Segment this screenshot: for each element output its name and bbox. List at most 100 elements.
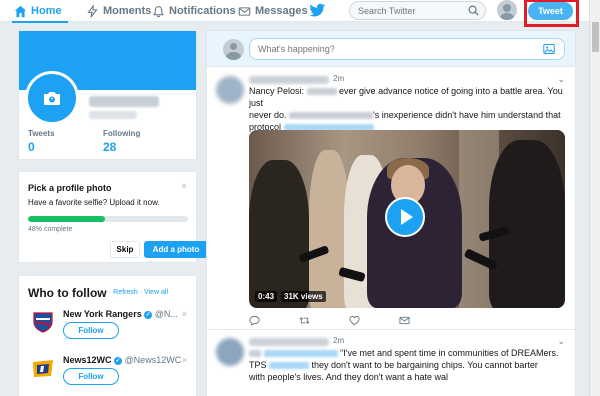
tweet[interactable]: 2m ⌄ Nancy Pelosi: ever give advance not… — [207, 68, 575, 330]
chevron-down-icon[interactable]: ⌄ — [557, 74, 565, 85]
twitter-bird-icon[interactable] — [309, 3, 326, 18]
retweet-icon[interactable] — [299, 315, 310, 326]
video-duration: 0:43 — [255, 291, 278, 302]
video-meta: 0:43 31K views — [255, 291, 326, 302]
redacted-text — [306, 88, 337, 96]
suggested-account-name: News12WC ✓ @News12WC — [63, 355, 181, 365]
rangers-logo-icon — [33, 312, 53, 333]
tweet-text: "I've met and spent time in communities … — [249, 347, 567, 383]
nav-messages[interactable]: Messages — [238, 0, 308, 22]
stat-following[interactable]: Following 28 — [103, 129, 140, 154]
news12-logo-icon — [33, 360, 53, 377]
active-tab-indicator — [12, 21, 68, 23]
tweet[interactable]: 2m ⌄ "I've met and spent time in communi… — [207, 330, 575, 396]
refresh-link[interactable]: Refresh — [113, 289, 138, 296]
who-to-follow: Who to follow · Refresh · View all New Y… — [18, 275, 197, 396]
profile-card: Tweets 0 Following 28 — [18, 30, 197, 160]
stat-tweets[interactable]: Tweets 0 — [28, 129, 55, 154]
nav-home-label: Home — [31, 5, 62, 17]
page-scrollbar[interactable] — [589, 0, 600, 396]
envelope-icon[interactable] — [399, 315, 410, 326]
suggested-account[interactable]: New York Rangers ✓ @N... × Follow — [19, 306, 196, 352]
redacted-text — [249, 350, 261, 358]
photo-prompt-subtitle: Have a favorite selfie? Upload it now. — [28, 198, 160, 207]
account-handle: @News12WC — [124, 355, 182, 365]
tweet-avatar[interactable] — [216, 338, 244, 366]
suggested-account-name: New York Rangers ✓ @N... — [63, 309, 178, 319]
compose-input[interactable] — [249, 38, 565, 60]
video-player[interactable]: 0:43 31K views — [249, 130, 565, 308]
tweet-timestamp[interactable]: 2m — [333, 74, 344, 83]
video-frame-detail — [249, 160, 309, 308]
video-views: 31K views — [281, 291, 326, 302]
dismiss-icon[interactable]: × — [182, 355, 187, 365]
nav-notifications-label: Notifications — [169, 5, 236, 17]
user-avatar[interactable] — [497, 0, 517, 20]
nav-home[interactable]: Home — [12, 0, 68, 23]
reply-icon[interactable] — [249, 315, 260, 326]
account-name[interactable]: New York Rangers — [63, 309, 142, 319]
photo-prompt-title: Pick a profile photo — [28, 183, 112, 193]
video-frame-detail — [489, 140, 565, 308]
stat-tweets-label: Tweets — [28, 129, 55, 138]
verified-badge-icon: ✓ — [114, 356, 123, 365]
who-to-follow-title: Who to follow — [28, 286, 107, 300]
highlight-box — [524, 0, 579, 27]
profile-handle-redacted — [89, 111, 137, 119]
timeline: 2m ⌄ Nancy Pelosi: ever give advance not… — [206, 30, 576, 396]
tweet-author-redacted — [249, 76, 329, 84]
camera-icon — [44, 92, 60, 105]
add-photo-button[interactable]: Add a photo — [144, 241, 208, 258]
tweet-text-segment: they don't want to be bargaining chips. … — [311, 360, 538, 370]
tweet-timestamp[interactable]: 2m — [333, 336, 344, 345]
who-to-follow-links: · Refresh · View all — [109, 289, 168, 296]
tweet-text-segment: "I've met and spent time in communities … — [340, 348, 559, 358]
top-nav: Home Moments Notifications Messages Twee… — [0, 0, 600, 23]
redacted-text — [289, 112, 374, 120]
profile-avatar[interactable] — [25, 71, 79, 125]
tweet-text-segment: Nancy Pelosi: — [249, 86, 307, 96]
redacted-link[interactable] — [263, 350, 338, 358]
dismiss-icon[interactable]: × — [182, 309, 187, 319]
chevron-down-icon[interactable]: ⌄ — [557, 336, 565, 347]
tweet-avatar[interactable] — [216, 76, 244, 104]
envelope-icon — [238, 6, 251, 16]
scrollbar-thumb[interactable] — [592, 22, 599, 52]
nav-moments[interactable]: Moments — [86, 0, 151, 22]
redacted-link[interactable] — [269, 362, 310, 370]
nav-notifications[interactable]: Notifications — [152, 0, 236, 22]
skip-button[interactable]: Skip — [110, 241, 140, 258]
tweet-text-segment: 's inexperience didn't have him understa… — [373, 110, 561, 120]
tweet-text-segment: with people's lives. And they don't want… — [249, 372, 449, 382]
heart-icon[interactable] — [349, 315, 360, 326]
play-button-icon[interactable] — [385, 197, 425, 237]
account-handle: @N... — [154, 309, 178, 319]
account-name[interactable]: News12WC — [63, 355, 112, 365]
image-icon[interactable] — [543, 43, 555, 55]
verified-badge-icon: ✓ — [144, 310, 153, 319]
compose-box — [207, 31, 575, 67]
follow-button[interactable]: Follow — [63, 322, 119, 339]
profile-progress-bar — [28, 216, 188, 222]
lightning-icon — [87, 4, 98, 18]
profile-progress-text: 48% complete — [28, 226, 73, 233]
search-box[interactable] — [349, 1, 486, 20]
profile-photo-prompt: Pick a profile photo × Have a favorite s… — [18, 171, 208, 263]
tweet-text-segment: never do. — [249, 110, 290, 120]
tweet-author-redacted — [249, 338, 329, 346]
search-icon[interactable] — [468, 5, 479, 16]
stat-tweets-value: 0 — [28, 140, 35, 154]
nav-messages-label: Messages — [255, 5, 308, 17]
tweet-text: Nancy Pelosi: ever give advance notice o… — [249, 85, 567, 133]
close-icon[interactable]: × — [181, 181, 187, 192]
search-input[interactable] — [350, 2, 460, 19]
tweet-text-segment: TPS — [249, 360, 270, 370]
suggested-account[interactable]: News12WC ✓ @News12WC × Follow — [19, 352, 196, 396]
follow-button[interactable]: Follow — [63, 368, 119, 385]
nav-moments-label: Moments — [103, 5, 152, 17]
video-frame-detail — [309, 150, 349, 308]
home-icon — [14, 5, 27, 17]
view-all-link[interactable]: View all — [144, 289, 168, 296]
stat-following-label: Following — [103, 129, 141, 138]
compose-avatar — [223, 39, 244, 60]
